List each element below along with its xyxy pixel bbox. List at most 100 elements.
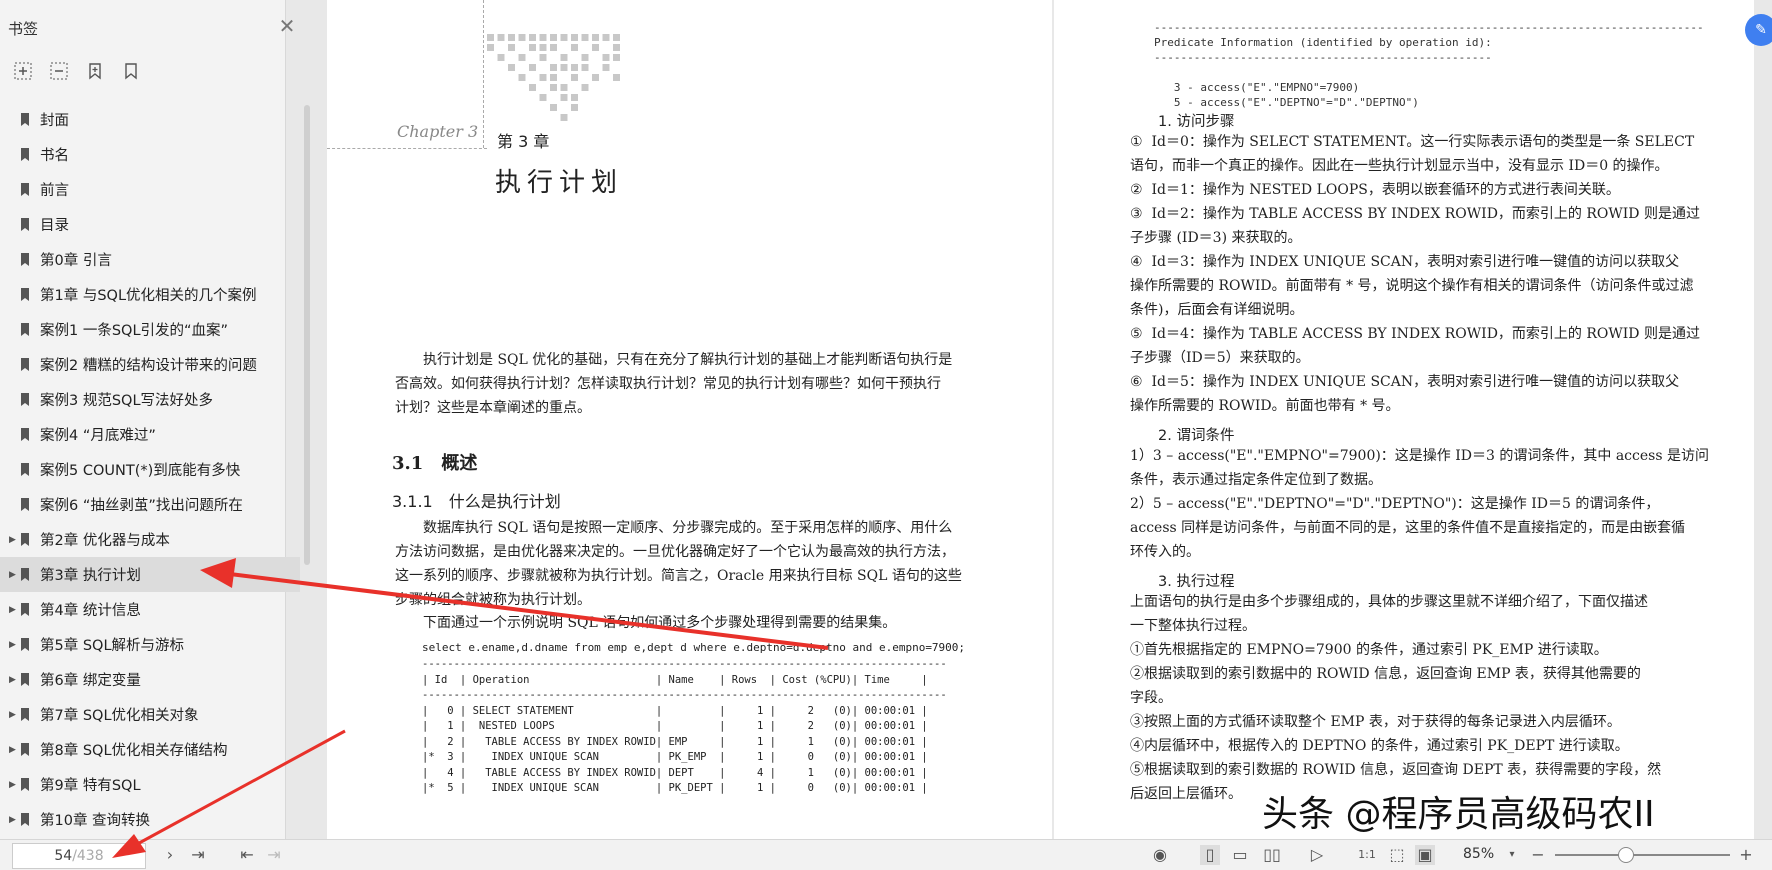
eye-protect-icon[interactable]: ◉ [1150,845,1170,865]
decor-dot [550,84,557,91]
decor-dot [560,34,568,41]
double-page-icon[interactable]: ▯▯ [1262,845,1282,865]
expand-arrow-icon[interactable]: ▶ [9,640,16,650]
back-icon[interactable]: ⇤ [237,845,257,865]
expand-arrow-icon[interactable]: ▶ [9,675,16,685]
decor-dot [571,104,578,111]
last-page-icon[interactable]: ⇥ [188,845,208,865]
bookmark-label: 第5章 SQL解析与游标 [40,638,185,654]
bookmark-item[interactable]: 第1章 与SQL优化相关的几个案例 [0,277,300,312]
bookmark-item[interactable]: 案例2 糟糕的结构设计带来的问题 [0,347,300,382]
bookmark-item[interactable]: ▶ 第3章 执行计划 [0,557,300,592]
decor-line [483,0,484,148]
text-line: 计划？这些是本章阐述的重点。 [395,400,591,416]
assistant-fab-icon[interactable]: ✎ [1745,14,1772,46]
text-line: | 4 | TABLE ACCESS BY INDEX ROWID| DEPT … [422,766,928,779]
bookmark-flag-icon [21,533,29,546]
decor-dot [508,64,515,71]
bookmark-flag-icon [21,183,29,196]
bookmark-label: 第4章 统计信息 [40,603,141,619]
continuous-page-icon[interactable]: ▭ [1230,845,1250,865]
decor-dot [613,74,620,81]
bookmark-flag-icon [21,113,29,126]
bookmark-label: 第9章 特有SQL [40,778,141,794]
bookmark-icon[interactable] [120,60,142,82]
bookmark-item[interactable]: ▶ 第9章 特有SQL [0,767,300,802]
bookmark-item[interactable]: 案例6 “抽丝剥茧”找出问题所在 [0,487,300,522]
decor-dots [487,34,620,121]
text-line: ----------------------------------------… [1154,21,1704,34]
zoom-slider-knob[interactable] [1618,847,1634,863]
single-page-icon[interactable]: ▯ [1200,845,1220,865]
bookmark-item[interactable]: 书名 [0,137,300,172]
expand-arrow-icon[interactable]: ▶ [9,535,16,545]
bookmark-item[interactable]: ▶ 第4章 统计信息 [0,592,300,627]
text-line: ④内层循环中，根据传入的 DEPTNO 的条件，通过索引 PK_DEPT 进行读… [1130,738,1629,754]
expand-arrow-icon[interactable]: ▶ [9,780,16,790]
text-line: 2）5 – access("E"."DEPTNO"="D"."DEPTNO")：… [1130,496,1660,512]
chapter-cursive: Chapter 3 [397,122,479,141]
text-line: ②根据读取到的索引数据中的 ROWID 信息，返回查询 EMP 表，获得其他需要… [1130,666,1641,682]
bookmark-item[interactable]: ▶ 第8章 SQL优化相关存储结构 [0,732,300,767]
bookmark-label: 第6章 绑定变量 [40,673,141,689]
expand-arrow-icon[interactable]: ▶ [9,570,16,580]
bookmark-label: 案例5 COUNT(*)到底能有多快 [40,463,241,479]
zoom-slider[interactable] [1555,854,1730,856]
bookmark-item[interactable]: ▶ 第10章 查询转换 [0,802,300,837]
bookmark-item[interactable]: ▶ 第6章 绑定变量 [0,662,300,697]
bookmark-item[interactable]: 目录 [0,207,300,242]
bookmark-item[interactable]: ▶ 第5章 SQL解析与游标 [0,627,300,662]
expand-arrow-icon[interactable]: ▶ [9,815,16,825]
text-line: | 2 | TABLE ACCESS BY INDEX ROWID| EMP |… [422,735,928,748]
pdf-page-right: ----------------------------------------… [1054,0,1754,839]
bookmark-item[interactable]: 案例1 一条SQL引发的“血案” [0,312,300,347]
chapter-number: 第 3 章 [497,132,550,151]
text-line: ①首先根据指定的 EMPNO=7900 的条件，通过索引 PK_EMP 进行读取… [1130,642,1608,658]
actual-size-icon[interactable]: 1:1 [1357,845,1377,865]
zoom-out-icon[interactable]: − [1528,845,1548,865]
bookmark-flag-icon [21,778,29,791]
expand-all-icon[interactable] [12,60,34,82]
page-number-input[interactable]: 54/438 [12,843,146,869]
bookmark-item[interactable]: 案例3 规范SQL写法好处多 [0,382,300,417]
fit-page-icon[interactable]: ⬚ [1387,845,1407,865]
zoom-in-icon[interactable]: + [1736,845,1756,865]
bookmark-item[interactable]: 第0章 引言 [0,242,300,277]
bookmark-item[interactable]: 前言 [0,172,300,207]
text-line: ④ Id＝3：操作为 INDEX UNIQUE SCAN，表明对索引进行唯一键值… [1130,254,1680,270]
collapse-all-icon[interactable] [48,60,70,82]
decor-dot [571,64,578,71]
bookmark-label: 第7章 SQL优化相关对象 [40,708,199,724]
zoom-dropdown-icon[interactable]: ▾ [1502,845,1522,865]
scrollbar[interactable] [304,105,310,565]
text-line: 1）3 – access("E"."EMPNO"=7900)：这是操作 ID＝3… [1130,448,1709,464]
close-icon[interactable]: ✕ [277,16,297,36]
bookmark-item[interactable]: ▶ 第7章 SQL优化相关对象 [0,697,300,732]
decor-dot [571,44,578,51]
chapter-title: 执行计划 [495,168,624,198]
expand-arrow-icon[interactable]: ▶ [9,710,16,720]
add-bookmark-icon[interactable] [84,60,106,82]
expand-arrow-icon[interactable]: ▶ [9,745,16,755]
play-icon[interactable]: ▷ [1307,845,1327,865]
intro-paragraph: 执行计划是 SQL 优化的基础，只有在充分了解执行计划的基础上才能判断语句执行是… [395,348,975,420]
next-page-icon[interactable]: › [160,845,180,865]
bookmark-item[interactable]: 封面 [0,102,300,137]
bookmark-label: 封面 [40,113,69,129]
panel-title: 书签 [8,20,39,38]
text-line: ----------------------------------------… [1154,51,1492,64]
bookmark-item[interactable]: 案例4 “月底难过” [0,417,300,452]
decor-dot [613,54,620,61]
fit-width-icon[interactable]: ▣ [1415,845,1435,865]
decor-dot [550,34,557,41]
total-pages: /438 [72,848,104,864]
decor-dot [613,34,620,41]
forward-icon[interactable]: ⇥ [264,845,284,865]
decor-dot [613,44,620,51]
zoom-level[interactable]: 85% [1463,846,1494,862]
bookmark-item[interactable]: 案例5 COUNT(*)到底能有多快 [0,452,300,487]
text-line: access 同样是访问条件，与前面不同的是，这里的条件值不是直接指定的，而是由… [1130,520,1686,536]
expand-arrow-icon[interactable]: ▶ [9,605,16,615]
bookmark-flag-icon [21,253,29,266]
bookmark-item[interactable]: ▶ 第2章 优化器与成本 [0,522,300,557]
